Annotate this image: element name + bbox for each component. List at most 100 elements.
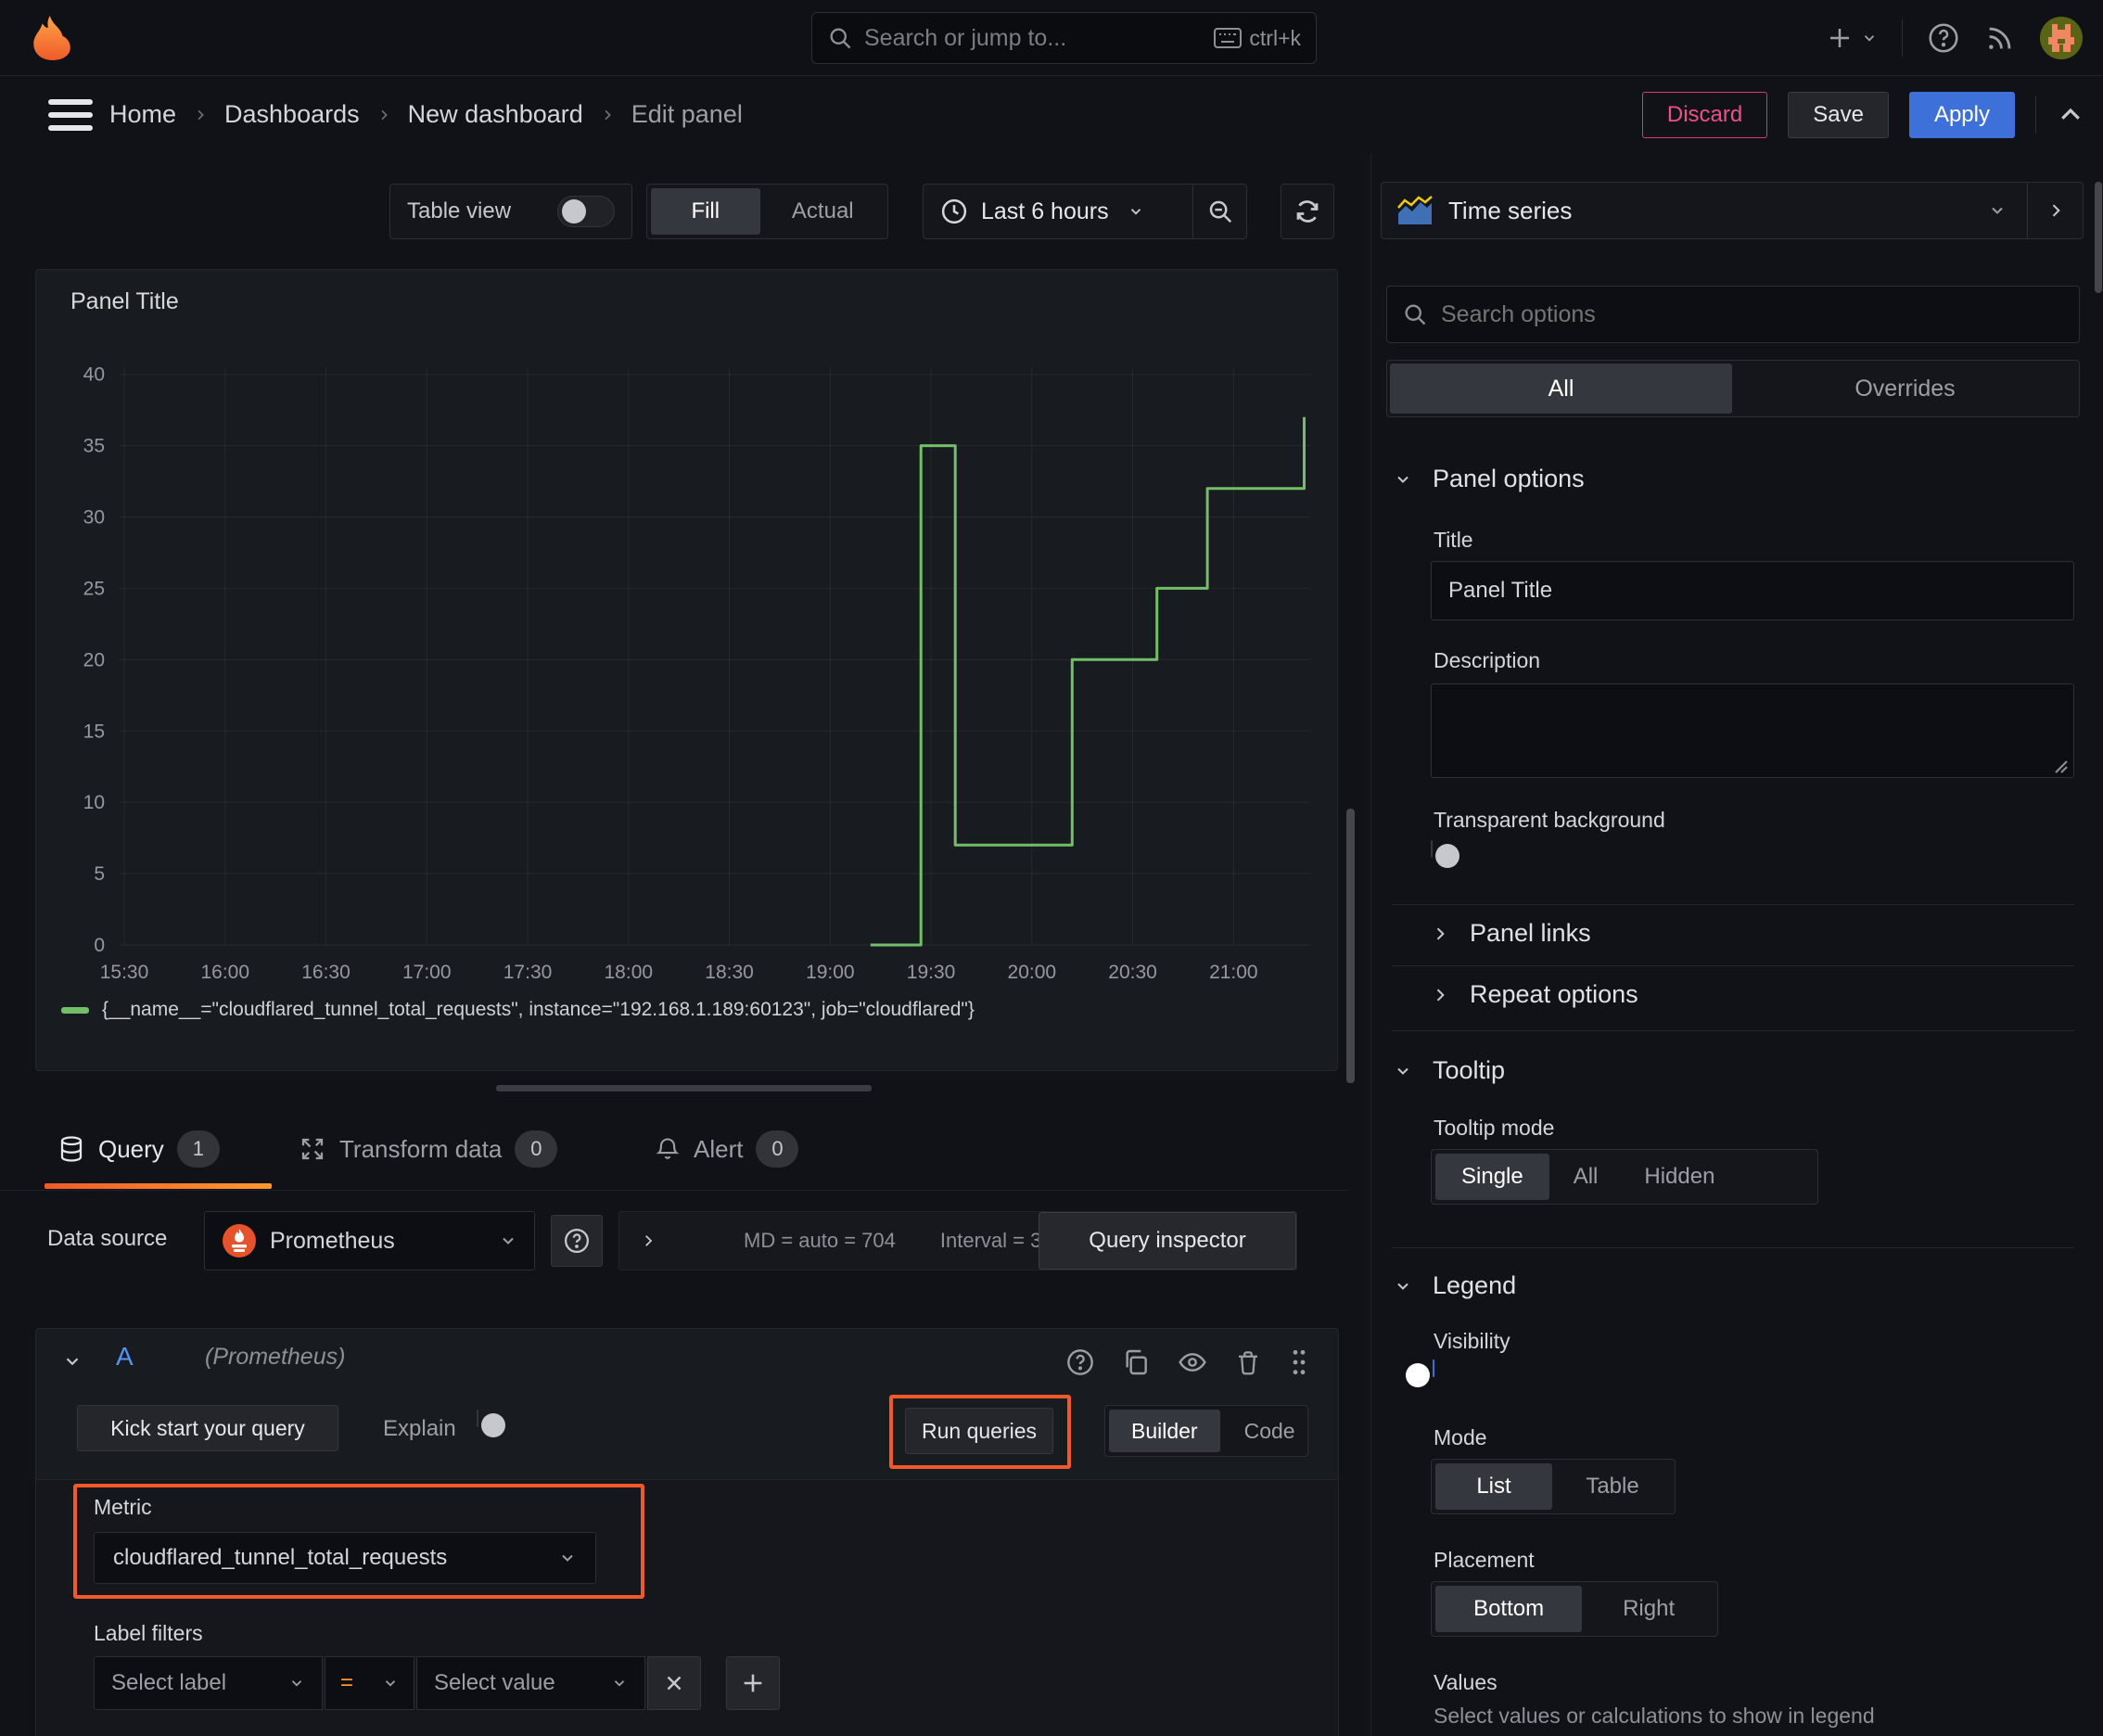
tooltip-title: Tooltip bbox=[1433, 1056, 1506, 1084]
tab-alert[interactable]: Alert 0 bbox=[655, 1109, 799, 1189]
news-feed-icon[interactable] bbox=[1984, 22, 2016, 54]
expand-options-icon[interactable] bbox=[619, 1232, 677, 1249]
apply-button[interactable]: Apply bbox=[1908, 91, 2015, 138]
fill-option[interactable]: Fill bbox=[651, 188, 760, 235]
tab-transform-data[interactable]: Transform data 0 bbox=[299, 1109, 558, 1189]
svg-text:19:30: 19:30 bbox=[907, 962, 956, 983]
pane-resize-handle[interactable] bbox=[496, 1085, 872, 1091]
chevron-down-icon bbox=[611, 1675, 628, 1691]
user-avatar[interactable] bbox=[2040, 17, 2083, 59]
transparent-bg-toggle[interactable] bbox=[1431, 840, 1459, 868]
page-scrollbar[interactable] bbox=[2095, 182, 2102, 293]
panel-title-input[interactable] bbox=[1431, 561, 2074, 620]
metric-label: Metric bbox=[94, 1495, 152, 1519]
tab-all[interactable]: All bbox=[1390, 364, 1732, 414]
explain-label: Explain bbox=[383, 1416, 456, 1441]
description-field-label: Description bbox=[1434, 648, 1541, 672]
keyboard-icon bbox=[1214, 28, 1243, 48]
discard-button[interactable]: Discard bbox=[1641, 91, 1768, 138]
legend-placement-right[interactable]: Right bbox=[1584, 1586, 1714, 1632]
collapse-query-icon[interactable] bbox=[62, 1351, 83, 1372]
grafana-logo-icon[interactable] bbox=[28, 15, 74, 61]
legend-mode-list[interactable]: List bbox=[1435, 1463, 1552, 1510]
query-inspector-button[interactable]: Query inspector bbox=[1039, 1212, 1296, 1270]
svg-text:20:30: 20:30 bbox=[1108, 962, 1157, 983]
time-series-chart[interactable]: 0 5 10 15 20 25 30 35 40 15:30 16:00 16:30 17:00 17:3… bbox=[36, 270, 1339, 1072]
operator-value: = bbox=[340, 1670, 354, 1695]
save-button[interactable]: Save bbox=[1788, 91, 1889, 138]
left-pane-scrollbar[interactable] bbox=[1346, 809, 1355, 1083]
datasource-help-button[interactable] bbox=[551, 1215, 603, 1267]
legend-placement-bottom[interactable]: Bottom bbox=[1435, 1586, 1583, 1632]
remove-filter-button[interactable] bbox=[647, 1656, 701, 1710]
series-label[interactable]: {__name__="cloudflared_tunnel_total_requ… bbox=[102, 999, 975, 1021]
label-filter-value-select[interactable]: Select value bbox=[416, 1656, 645, 1710]
menu-toggle-icon[interactable] bbox=[48, 96, 93, 134]
tab-overrides[interactable]: Overrides bbox=[1734, 364, 2076, 414]
series-color-swatch bbox=[61, 1006, 89, 1014]
panel-options-section-header[interactable]: Panel options bbox=[1394, 465, 1585, 493]
query-datasource-hint: (Prometheus) bbox=[205, 1344, 346, 1370]
breadcrumb-home[interactable]: Home bbox=[109, 100, 176, 129]
code-option[interactable]: Code bbox=[1222, 1410, 1318, 1452]
tooltip-hidden-option[interactable]: Hidden bbox=[1622, 1154, 1737, 1200]
label-filter-operator-select[interactable]: = bbox=[325, 1656, 414, 1710]
toggle-viz-picker-button[interactable] bbox=[2027, 183, 2083, 238]
metric-value: cloudflared_tunnel_total_requests bbox=[113, 1545, 448, 1570]
kick-start-query-button[interactable]: Kick start your query bbox=[77, 1405, 338, 1451]
label-filter-value-placeholder: Select value bbox=[434, 1670, 555, 1695]
legend-mode-table[interactable]: Table bbox=[1554, 1463, 1671, 1510]
section-divider bbox=[1392, 1030, 2074, 1031]
query-options-bar[interactable]: MD = auto = 704 Interval = 30s Query ins… bbox=[618, 1211, 1297, 1270]
legend-visibility-toggle[interactable] bbox=[1406, 1359, 1434, 1387]
max-data-points-stat: MD = auto = 704 bbox=[744, 1229, 896, 1252]
panel-links-section-header[interactable]: Panel links bbox=[1431, 919, 1591, 948]
actual-option[interactable]: Actual bbox=[762, 188, 884, 235]
svg-text:21:00: 21:00 bbox=[1209, 962, 1258, 983]
breadcrumb-new-dashboard[interactable]: New dashboard bbox=[408, 100, 583, 129]
search-icon bbox=[827, 25, 853, 51]
description-textarea[interactable] bbox=[1431, 683, 2074, 778]
legend-visibility-label: Visibility bbox=[1434, 1329, 1510, 1353]
hide-query-icon[interactable] bbox=[1177, 1347, 1208, 1377]
new-menu-button[interactable] bbox=[1826, 24, 1878, 52]
refresh-button[interactable] bbox=[1281, 184, 1334, 239]
label-filter-key-select[interactable]: Select label bbox=[94, 1656, 323, 1710]
query-help-icon[interactable] bbox=[1065, 1347, 1095, 1377]
repeat-options-section-header[interactable]: Repeat options bbox=[1431, 980, 1638, 1009]
duplicate-query-icon[interactable] bbox=[1121, 1347, 1151, 1377]
tooltip-all-option[interactable]: All bbox=[1551, 1154, 1621, 1200]
datasource-picker[interactable]: Prometheus bbox=[204, 1211, 535, 1270]
drag-query-handle-icon[interactable] bbox=[1288, 1347, 1310, 1377]
breadcrumb-separator-icon bbox=[376, 108, 391, 122]
chevron-down-icon bbox=[499, 1232, 517, 1250]
textarea-resize-icon[interactable] bbox=[2052, 758, 2069, 774]
chevron-down-icon bbox=[1864, 35, 1875, 42]
search-input[interactable] bbox=[864, 24, 1215, 52]
chevron-down-icon bbox=[1988, 201, 2007, 220]
time-range-picker[interactable]: Last 6 hours bbox=[924, 185, 1192, 238]
breadcrumb-separator-icon bbox=[193, 108, 208, 122]
options-search bbox=[1386, 286, 2080, 343]
help-button[interactable] bbox=[1927, 21, 1960, 55]
collapse-options-icon[interactable] bbox=[2057, 101, 2084, 129]
legend-section-header[interactable]: Legend bbox=[1394, 1271, 1516, 1300]
options-search-input[interactable] bbox=[1441, 300, 2064, 328]
query-ref-id[interactable]: A bbox=[116, 1342, 134, 1372]
table-view-label: Table view bbox=[407, 198, 512, 223]
explain-toggle[interactable] bbox=[477, 1410, 505, 1437]
svg-text:20:00: 20:00 bbox=[1008, 962, 1057, 983]
breadcrumb-dashboards[interactable]: Dashboards bbox=[224, 100, 360, 129]
table-view-toggle[interactable] bbox=[557, 196, 615, 227]
tooltip-section-header[interactable]: Tooltip bbox=[1394, 1056, 1505, 1085]
zoom-out-button[interactable] bbox=[1192, 185, 1246, 238]
builder-option[interactable]: Builder bbox=[1109, 1410, 1220, 1452]
metric-select[interactable]: cloudflared_tunnel_total_requests bbox=[94, 1532, 596, 1584]
add-filter-button[interactable] bbox=[726, 1656, 780, 1710]
visualization-picker[interactable]: Time series bbox=[1382, 183, 2027, 238]
query-builder-body: Metric cloudflared_tunnel_total_requests… bbox=[36, 1479, 1338, 1736]
tooltip-single-option[interactable]: Single bbox=[1435, 1154, 1549, 1200]
delete-query-icon[interactable] bbox=[1234, 1347, 1262, 1377]
run-queries-button[interactable]: Run queries bbox=[905, 1408, 1053, 1454]
tab-query[interactable]: Query 1 bbox=[57, 1109, 220, 1189]
